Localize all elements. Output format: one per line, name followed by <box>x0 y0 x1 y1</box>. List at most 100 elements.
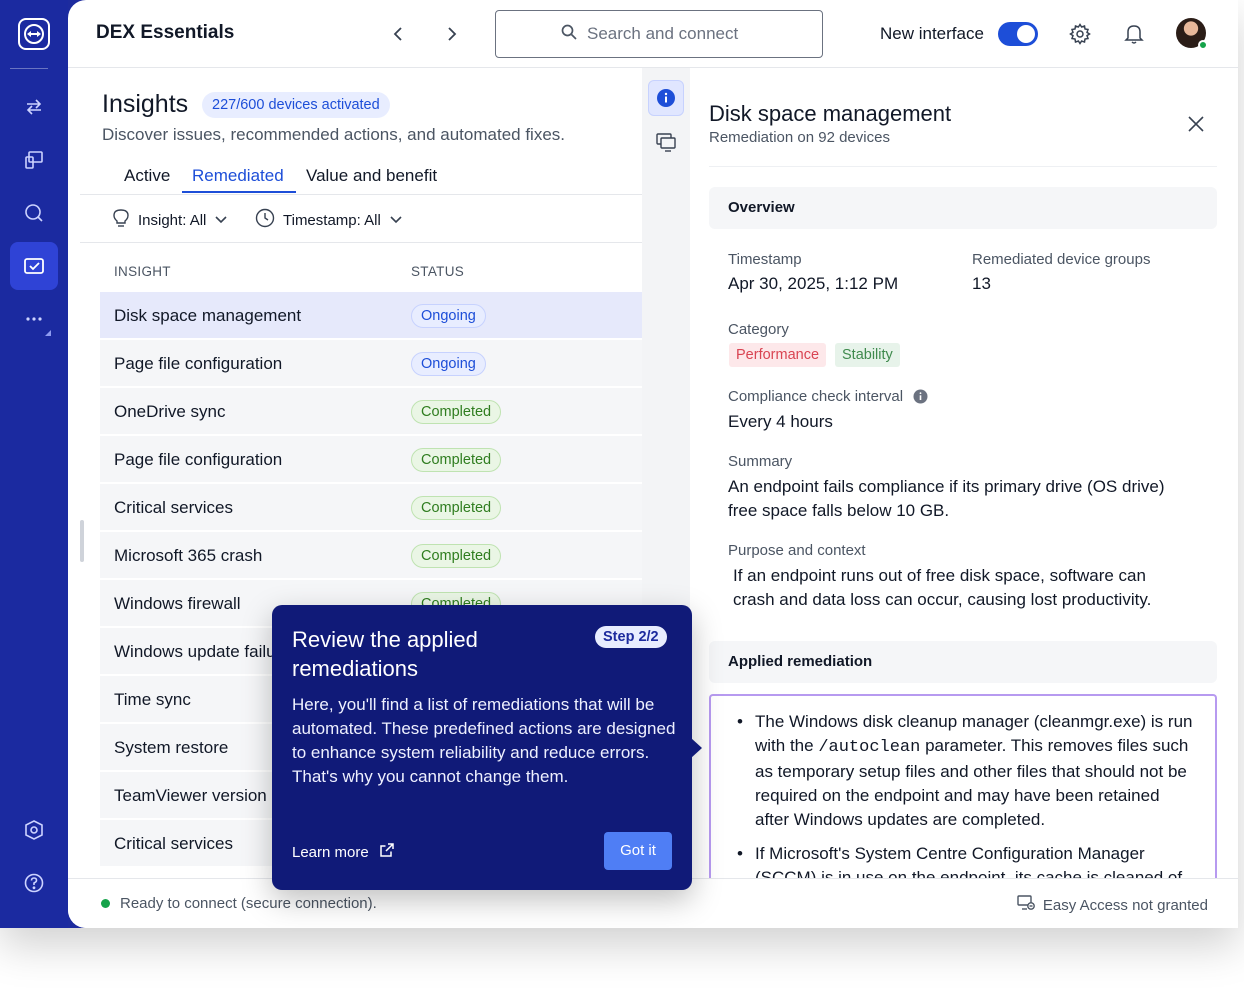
list-item: If Microsoft's System Centre Configurati… <box>737 842 1197 878</box>
table-row[interactable]: OneDrive sync Completed <box>100 388 642 434</box>
table-row[interactable]: Disk space management Ongoing <box>100 292 642 338</box>
learn-more-link[interactable]: Learn more <box>292 842 395 862</box>
insight-name: Time sync <box>114 690 191 709</box>
devices-icon[interactable] <box>10 136 58 184</box>
online-status-dot <box>1198 40 1208 50</box>
timestamp-value: Apr 30, 2025, 1:12 PM <box>728 274 899 293</box>
remediation-list: The Windows disk cleanup manager (cleanm… <box>709 694 1217 878</box>
status-badge: Ongoing <box>411 304 486 328</box>
status-badge: Completed <box>411 400 502 424</box>
timestamp-filter[interactable]: Timestamp: All <box>255 208 403 232</box>
toggle-knob <box>1017 25 1035 43</box>
category-tag-performance: Performance <box>729 343 827 367</box>
page-title: Insights <box>102 90 189 118</box>
active-tab-indicator <box>182 191 296 193</box>
table-row[interactable]: Microsoft 365 crash Completed <box>100 532 642 578</box>
insight-name: Page file configuration <box>114 354 283 373</box>
tab-remediated[interactable]: Remediated <box>192 166 284 186</box>
tab-value-and-benefit[interactable]: Value and benefit <box>306 166 437 186</box>
devices-activated-badge: 227/600 devices activated <box>202 92 390 118</box>
timestamp-filter-label: Timestamp: All <box>283 211 381 229</box>
back-chevron-icon[interactable] <box>386 22 410 46</box>
table-row[interactable]: Critical services Completed <box>100 484 642 530</box>
insight-name: Critical services <box>114 498 234 517</box>
tour-step-badge: Step 2/2 <box>595 626 667 648</box>
applied-remediation-header: Applied remediation <box>709 641 1217 683</box>
external-link-icon <box>379 842 395 862</box>
detail-title: Disk space management <box>709 101 952 126</box>
status-badge: Completed <box>411 544 502 568</box>
app-title: DEX Essentials <box>96 22 235 43</box>
popover-pointer <box>691 738 702 758</box>
tour-title: Review the applied remediations <box>292 627 478 681</box>
category-label: Category <box>728 321 789 338</box>
detail-panel: Disk space management Remediation on 92 … <box>690 68 1238 878</box>
insight-name: System restore <box>114 738 229 757</box>
lightbulb-icon <box>112 208 130 232</box>
chat-icon[interactable] <box>10 189 58 237</box>
learn-more-label: Learn more <box>292 843 369 861</box>
bell-icon[interactable] <box>1120 20 1148 48</box>
purpose-label: Purpose and context <box>728 542 866 559</box>
avatar[interactable] <box>1176 18 1208 50</box>
insights-icon[interactable] <box>10 242 58 290</box>
purpose-text: If an endpoint runs out of free disk spa… <box>733 566 1152 609</box>
connection-status-dot <box>101 899 110 908</box>
connect-arrows-icon[interactable] <box>10 83 58 131</box>
status-badge: Completed <box>411 448 502 472</box>
new-interface-label: New interface <box>880 24 984 43</box>
filters-divider <box>80 242 642 243</box>
info-icon[interactable] <box>648 80 684 116</box>
overview-section-header: Overview <box>709 187 1217 229</box>
resize-handle[interactable] <box>80 520 84 562</box>
tab-active[interactable]: Active <box>124 166 170 186</box>
interval-label: Compliance check interval <box>728 388 904 405</box>
easy-access-status[interactable]: Easy Access not granted <box>1017 895 1208 915</box>
category-tag-stability: Stability <box>835 343 900 367</box>
easy-access-text: Easy Access not granted <box>1042 896 1208 914</box>
info-icon[interactable] <box>913 389 928 409</box>
got-it-button[interactable]: Got it <box>604 832 672 870</box>
new-interface-toggle[interactable] <box>998 22 1038 46</box>
column-header-insight[interactable]: INSIGHT <box>114 264 171 279</box>
close-icon[interactable] <box>1184 112 1208 136</box>
search-icon <box>561 24 577 45</box>
tour-popover: Review the applied remediations Step 2/2… <box>272 605 702 890</box>
detail-subtitle: Remediation on 92 devices <box>709 129 890 146</box>
table-row[interactable]: Page file configuration Completed <box>100 436 642 482</box>
remote-screen-icon[interactable] <box>648 124 684 160</box>
chevron-down-icon <box>389 212 403 229</box>
rail-divider <box>10 68 48 69</box>
status-badge: Ongoing <box>411 352 486 376</box>
gear-icon[interactable] <box>1066 20 1094 48</box>
clock-icon <box>255 208 275 232</box>
search-input[interactable] <box>587 24 757 44</box>
tour-body: Here, you'll find a list of remediations… <box>292 695 676 786</box>
insight-name: TeamViewer version <box>114 786 267 805</box>
list-item: The Windows disk cleanup manager (cleanm… <box>737 710 1197 832</box>
teamviewer-logo-icon[interactable] <box>18 18 50 50</box>
device-groups-value: 13 <box>972 274 991 293</box>
insight-name: Microsoft 365 crash <box>114 546 263 565</box>
table-row[interactable]: Page file configuration Ongoing <box>100 340 642 386</box>
chevron-down-icon <box>214 212 228 229</box>
column-header-status[interactable]: STATUS <box>411 264 464 279</box>
detail-divider <box>709 166 1217 167</box>
forward-chevron-icon[interactable] <box>440 22 464 46</box>
insight-name: Critical services <box>114 834 234 853</box>
search-box[interactable] <box>495 10 823 58</box>
insight-name: Windows update failure <box>114 642 291 661</box>
expand-corner-icon <box>45 330 51 336</box>
interval-value: Every 4 hours <box>728 412 833 431</box>
code-inline: /autoclean <box>818 738 921 757</box>
status-badge: Completed <box>411 496 502 520</box>
security-settings-icon[interactable] <box>10 806 58 854</box>
help-icon[interactable] <box>10 859 58 907</box>
left-rail <box>0 0 68 928</box>
timestamp-label: Timestamp <box>728 251 802 268</box>
insight-name: Windows firewall <box>114 594 241 613</box>
device-groups-label: Remediated device groups <box>972 251 1151 268</box>
summary-text: An endpoint fails compliance if its prim… <box>728 477 1165 520</box>
insight-filter[interactable]: Insight: All <box>112 208 228 232</box>
connection-status-text: Ready to connect (secure connection). <box>120 895 377 912</box>
